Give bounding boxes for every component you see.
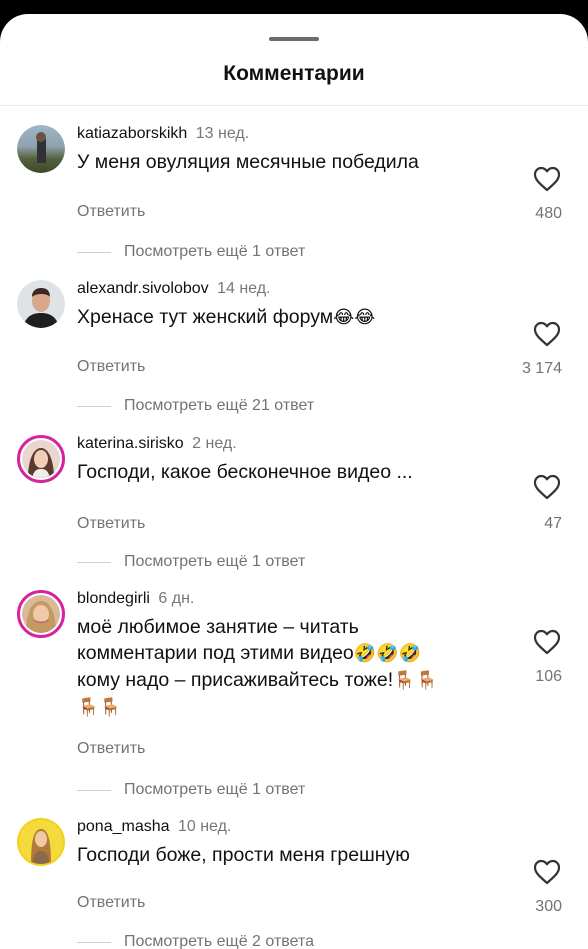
- comment-text-main: Хренасе тут женский форум: [77, 306, 334, 328]
- view-replies-button[interactable]: Посмотреть ещё 1 ответ: [77, 780, 305, 800]
- comment-username[interactable]: blondegirli: [77, 590, 150, 607]
- heart-icon[interactable]: [533, 474, 561, 500]
- view-replies-divider: [77, 789, 111, 791]
- avatar-photo-icon: [23, 288, 59, 328]
- avatar-photo-icon: [28, 448, 54, 478]
- view-replies-label: Посмотреть ещё 2 ответа: [124, 933, 315, 949]
- avatar[interactable]: [17, 125, 65, 173]
- comment-text-line: 🪑🪑: [77, 694, 477, 721]
- comment-time: 14 нед.: [217, 280, 271, 297]
- view-replies-button[interactable]: Посмотреть ещё 2 ответа: [77, 932, 314, 949]
- comment-text-fragment: кому надо – присаживайтесь тоже!: [77, 669, 394, 691]
- like-count: 47: [544, 515, 562, 532]
- avatar-photo-icon: [36, 132, 46, 163]
- comment-username[interactable]: alexandr.sivolobov: [77, 280, 209, 297]
- comment-time: 10 нед.: [177, 818, 232, 835]
- heart-icon[interactable]: [533, 321, 561, 347]
- avatar[interactable]: [17, 590, 65, 638]
- comment-username[interactable]: katiazaborskikh: [77, 125, 187, 142]
- laughing-emoji: 😂😂: [333, 307, 376, 328]
- view-replies-divider: [77, 561, 111, 563]
- comment-text: моё любимое занятие – читать комментарии…: [77, 614, 477, 721]
- comment-time: 6 дн.: [158, 590, 195, 607]
- reply-button[interactable]: Ответить: [77, 358, 145, 376]
- comment-text-line: моё любимое занятие – читать: [77, 616, 359, 638]
- header-divider: [0, 105, 588, 106]
- view-replies-label: Посмотреть ещё 1 ответ: [124, 553, 306, 570]
- comments-sheet: Комментарии katiazaborskikh 13 нед. У ме…: [0, 14, 588, 949]
- reply-button[interactable]: Ответить: [77, 894, 145, 912]
- sheet-title: Комментарии: [223, 62, 365, 85]
- avatar[interactable]: [17, 818, 65, 866]
- like-count: 3 174: [521, 360, 562, 377]
- view-replies-button[interactable]: Посмотреть ещё 21 ответ: [77, 396, 314, 416]
- drag-handle[interactable]: [269, 37, 319, 41]
- view-replies-button[interactable]: Посмотреть ещё 1 ответ: [77, 552, 305, 572]
- comment-text: Господи, какое бесконечное видео ...: [77, 461, 413, 483]
- reply-button[interactable]: Ответить: [77, 740, 145, 758]
- like-count: 106: [535, 668, 562, 685]
- comment-text: Господи боже, прости меня грешную: [77, 844, 410, 866]
- view-replies-label: Посмотреть ещё 1 ответ: [124, 781, 306, 798]
- reply-button[interactable]: Ответить: [77, 515, 145, 533]
- reply-button[interactable]: Ответить: [77, 203, 145, 221]
- avatar[interactable]: [17, 435, 65, 483]
- comment-username[interactable]: pona_masha: [77, 818, 170, 835]
- comment-text-fragment: комментарии под этими видео: [77, 642, 354, 664]
- heart-icon[interactable]: [533, 859, 561, 885]
- heart-icon[interactable]: [533, 629, 561, 655]
- view-replies-button[interactable]: Посмотреть ещё 1 ответ: [77, 242, 305, 262]
- view-replies-divider: [77, 405, 111, 407]
- chair-emoji: 🪑🪑: [393, 670, 438, 691]
- avatar-photo-icon: [26, 601, 56, 633]
- avatar-photo-icon: [31, 829, 51, 864]
- view-replies-label: Посмотреть ещё 1 ответ: [124, 243, 306, 260]
- like-count: 480: [535, 205, 562, 222]
- heart-icon[interactable]: [533, 166, 561, 192]
- comment-text: Хренасе тут женский форум😂😂: [77, 304, 477, 331]
- comment-username[interactable]: katerina.sirisko: [77, 435, 184, 452]
- view-replies-divider: [77, 251, 111, 253]
- view-replies-label: Посмотреть ещё 21 ответ: [124, 397, 315, 414]
- avatar[interactable]: [17, 280, 65, 328]
- comment-text-line: комментарии под этими видео🤣🤣🤣: [77, 640, 477, 667]
- view-replies-divider: [77, 941, 111, 943]
- comment-text: У меня овуляция месячные победила: [77, 151, 419, 173]
- comment-text-line: кому надо – присаживайтесь тоже!🪑🪑: [77, 667, 477, 694]
- comment-time: 2 нед.: [192, 435, 237, 452]
- like-count: 300: [535, 898, 562, 915]
- chair-emoji: 🪑🪑: [77, 697, 122, 718]
- comment-time: 13 нед.: [195, 125, 250, 142]
- rofl-emoji: 🤣🤣🤣: [353, 643, 422, 664]
